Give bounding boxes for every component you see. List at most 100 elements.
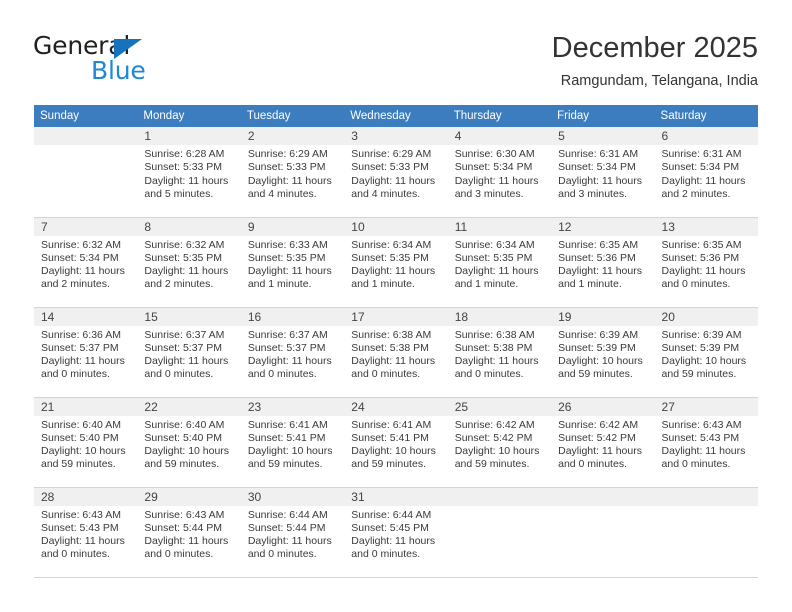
daylight-text-line1: Daylight: 11 hours <box>558 265 642 278</box>
calendar-day-cell[interactable]: 10 Sunrise: 6:34 AM Sunset: 5:35 PM Dayligh… <box>344 217 448 308</box>
daylight-text-line1: Daylight: 11 hours <box>351 535 436 548</box>
calendar-day-cell[interactable]: 27 Sunrise: 6:43 AM Sunset: 5:43 PM Dayligh… <box>654 397 758 488</box>
day-number: 7 <box>34 217 138 236</box>
calendar-day-cell[interactable]: 8 Sunrise: 6:32 AM Sunset: 5:35 PM Daylight… <box>137 217 241 308</box>
calendar-day-cell[interactable]: 30 Sunrise: 6:44 AM Sunset: 5:44 PM Dayligh… <box>240 487 345 578</box>
weekday-header-saturday: Saturday <box>654 105 758 127</box>
day-number: 19 <box>551 307 655 326</box>
day-details: Sunrise: 6:38 AM Sunset: 5:38 PM Daylight:… <box>448 326 551 382</box>
calendar-day-cell[interactable]: 11 Sunrise: 6:34 AM Sunset: 5:35 PM Dayligh… <box>447 217 552 308</box>
calendar-day-cell[interactable]: 21 Sunrise: 6:40 AM Sunset: 5:40 PM Dayligh… <box>34 397 138 488</box>
calendar-day-cell[interactable]: 24 Sunrise: 6:41 AM Sunset: 5:41 PM Dayligh… <box>344 397 448 488</box>
day-number: 24 <box>344 397 448 416</box>
day-number: 20 <box>654 307 758 326</box>
day-details: Sunrise: 6:34 AM Sunset: 5:35 PM Daylight:… <box>448 236 551 292</box>
calendar-day-cell[interactable]: 29 Sunrise: 6:43 AM Sunset: 5:44 PM Dayligh… <box>137 487 241 578</box>
day-details: Sunrise: 6:43 AM Sunset: 5:43 PM Daylight:… <box>655 416 758 472</box>
daylight-text-line2: and 0 minutes. <box>661 458 731 471</box>
calendar-empty-cell <box>551 487 655 578</box>
day-number: 21 <box>34 397 138 416</box>
sunset-text: Sunset: 5:45 PM <box>351 521 429 534</box>
calendar-day-cell[interactable]: 15 Sunrise: 6:37 AM Sunset: 5:37 PM Dayligh… <box>137 307 241 398</box>
calendar-day-cell[interactable]: 3 Sunrise: 6:29 AM Sunset: 5:33 PM Daylight… <box>344 127 448 218</box>
day-number: 27 <box>654 397 758 416</box>
calendar-empty-cell <box>447 487 552 578</box>
calendar-day-cell[interactable]: 6 Sunrise: 6:31 AM Sunset: 5:34 PM Daylight… <box>654 127 758 218</box>
calendar-day-cell[interactable]: 7 Sunrise: 6:32 AM Sunset: 5:34 PM Daylight… <box>34 217 138 308</box>
calendar-page: General Blue December 2025 Ramgundam, Te… <box>0 0 792 612</box>
calendar-day-cell[interactable]: 14 Sunrise: 6:36 AM Sunset: 5:37 PM Dayligh… <box>34 307 138 398</box>
day-number: 17 <box>344 307 448 326</box>
day-details: Sunrise: 6:31 AM Sunset: 5:34 PM Daylight:… <box>551 145 654 201</box>
sunset-text: Sunset: 5:42 PM <box>454 431 533 444</box>
calendar-day-cell[interactable]: 18 Sunrise: 6:38 AM Sunset: 5:38 PM Dayligh… <box>447 307 552 398</box>
calendar-day-cell[interactable]: 16 Sunrise: 6:37 AM Sunset: 5:37 PM Dayligh… <box>240 307 345 398</box>
day-number: 31 <box>344 487 448 506</box>
day-number: 12 <box>551 217 655 236</box>
calendar-day-cell[interactable]: 22 Sunrise: 6:40 AM Sunset: 5:40 PM Dayligh… <box>137 397 241 488</box>
sunset-text: Sunset: 5:35 PM <box>454 251 533 264</box>
calendar-day-cell[interactable]: 31 Sunrise: 6:44 AM Sunset: 5:45 PM Dayligh… <box>344 487 448 578</box>
daylight-text-line1: Daylight: 11 hours <box>661 174 746 187</box>
calendar-day-cell[interactable]: 26 Sunrise: 6:42 AM Sunset: 5:42 PM Dayligh… <box>551 397 655 488</box>
calendar-day-cell[interactable]: 2 Sunrise: 6:29 AM Sunset: 5:33 PM Daylight… <box>240 127 345 218</box>
calendar-day-cell[interactable]: 9 Sunrise: 6:33 AM Sunset: 5:35 PM Daylight… <box>240 217 345 308</box>
daylight-text-line1: Daylight: 11 hours <box>41 355 125 368</box>
day-details: Sunrise: 6:32 AM Sunset: 5:35 PM Daylight:… <box>137 236 240 292</box>
daylight-text-line1: Daylight: 10 hours <box>351 445 436 458</box>
daylight-text-line2: and 3 minutes. <box>454 187 524 200</box>
calendar-day-cell[interactable]: 4 Sunrise: 6:30 AM Sunset: 5:34 PM Daylight… <box>447 127 552 218</box>
sunset-text: Sunset: 5:34 PM <box>454 161 533 174</box>
calendar-day-cell[interactable]: 13 Sunrise: 6:35 AM Sunset: 5:36 PM Dayligh… <box>654 217 758 308</box>
sunset-text: Sunset: 5:34 PM <box>558 161 636 174</box>
sunrise-text: Sunrise: 6:43 AM <box>144 508 225 521</box>
sunset-text: Sunset: 5:37 PM <box>247 341 326 354</box>
sunset-text: Sunset: 5:33 PM <box>247 161 326 174</box>
sunset-text: Sunset: 5:34 PM <box>41 251 119 264</box>
sunrise-text: Sunrise: 6:32 AM <box>41 238 121 251</box>
day-details: Sunrise: 6:31 AM Sunset: 5:34 PM Daylight:… <box>655 145 758 201</box>
sunset-text: Sunset: 5:39 PM <box>558 341 636 354</box>
daylight-text-line2: and 0 minutes. <box>351 548 421 561</box>
daylight-text-line2: and 1 minute. <box>558 278 622 291</box>
calendar-day-cell[interactable]: 25 Sunrise: 6:42 AM Sunset: 5:42 PM Dayligh… <box>447 397 552 488</box>
day-details: Sunrise: 6:34 AM Sunset: 5:35 PM Daylight:… <box>344 236 447 292</box>
daylight-text-line1: Daylight: 11 hours <box>41 535 125 548</box>
title-block: December 2025 Ramgundam, Telangana, Indi… <box>552 31 758 91</box>
page-title: December 2025 <box>551 32 758 64</box>
sunrise-text: Sunrise: 6:39 AM <box>558 328 639 341</box>
calendar-day-cell[interactable]: 20 Sunrise: 6:39 AM Sunset: 5:39 PM Dayligh… <box>654 307 758 398</box>
sunrise-text: Sunrise: 6:44 AM <box>351 508 432 521</box>
day-details: Sunrise: 6:42 AM Sunset: 5:42 PM Daylight:… <box>448 416 551 472</box>
calendar-day-cell[interactable]: 19 Sunrise: 6:39 AM Sunset: 5:39 PM Dayligh… <box>551 307 655 398</box>
daylight-text-line1: Daylight: 11 hours <box>247 174 332 187</box>
calendar-day-cell[interactable]: 23 Sunrise: 6:41 AM Sunset: 5:41 PM Dayligh… <box>240 397 345 488</box>
calendar-week-row: 7 Sunrise: 6:32 AM Sunset: 5:34 PM Daylight… <box>34 217 758 308</box>
day-details: Sunrise: 6:44 AM Sunset: 5:44 PM Daylight:… <box>241 506 344 562</box>
calendar-day-cell[interactable]: 12 Sunrise: 6:35 AM Sunset: 5:36 PM Dayligh… <box>551 217 655 308</box>
day-details: Sunrise: 6:43 AM Sunset: 5:43 PM Daylight:… <box>34 506 137 562</box>
sunset-text: Sunset: 5:44 PM <box>247 521 326 534</box>
day-details: Sunrise: 6:43 AM Sunset: 5:44 PM Daylight:… <box>137 506 240 562</box>
calendar-day-cell[interactable]: 1 Sunrise: 6:28 AM Sunset: 5:33 PM Daylight… <box>137 127 241 218</box>
daylight-text-line1: Daylight: 11 hours <box>454 265 539 278</box>
daylight-text-line1: Daylight: 10 hours <box>247 445 333 458</box>
sunrise-text: Sunrise: 6:30 AM <box>454 148 535 160</box>
sunrise-text: Sunrise: 6:31 AM <box>661 148 742 160</box>
day-details: Sunrise: 6:42 AM Sunset: 5:42 PM Daylight:… <box>551 416 654 472</box>
sunset-text: Sunset: 5:44 PM <box>144 521 223 534</box>
day-number: 25 <box>447 397 552 416</box>
day-number: 28 <box>34 487 138 506</box>
generalblue-logo[interactable]: General Blue <box>33 33 263 88</box>
daylight-text-line1: Daylight: 10 hours <box>144 445 230 458</box>
daylight-text-line2: and 4 minutes. <box>351 187 421 200</box>
weekday-header-monday: Monday <box>137 105 241 127</box>
sunrise-text: Sunrise: 6:37 AM <box>247 328 328 341</box>
daylight-text-line2: and 2 minutes. <box>144 278 214 291</box>
calendar-week-row: 14 Sunrise: 6:36 AM Sunset: 5:37 PM Dayligh… <box>34 307 758 398</box>
calendar-day-cell[interactable]: 28 Sunrise: 6:43 AM Sunset: 5:43 PM Dayligh… <box>34 487 138 578</box>
day-details: Sunrise: 6:29 AM Sunset: 5:33 PM Daylight:… <box>241 145 344 201</box>
day-details: Sunrise: 6:41 AM Sunset: 5:41 PM Daylight:… <box>344 416 447 472</box>
calendar-day-cell[interactable]: 17 Sunrise: 6:38 AM Sunset: 5:38 PM Dayligh… <box>344 307 448 398</box>
calendar-day-cell[interactable]: 5 Sunrise: 6:31 AM Sunset: 5:34 PM Daylight… <box>551 127 655 218</box>
